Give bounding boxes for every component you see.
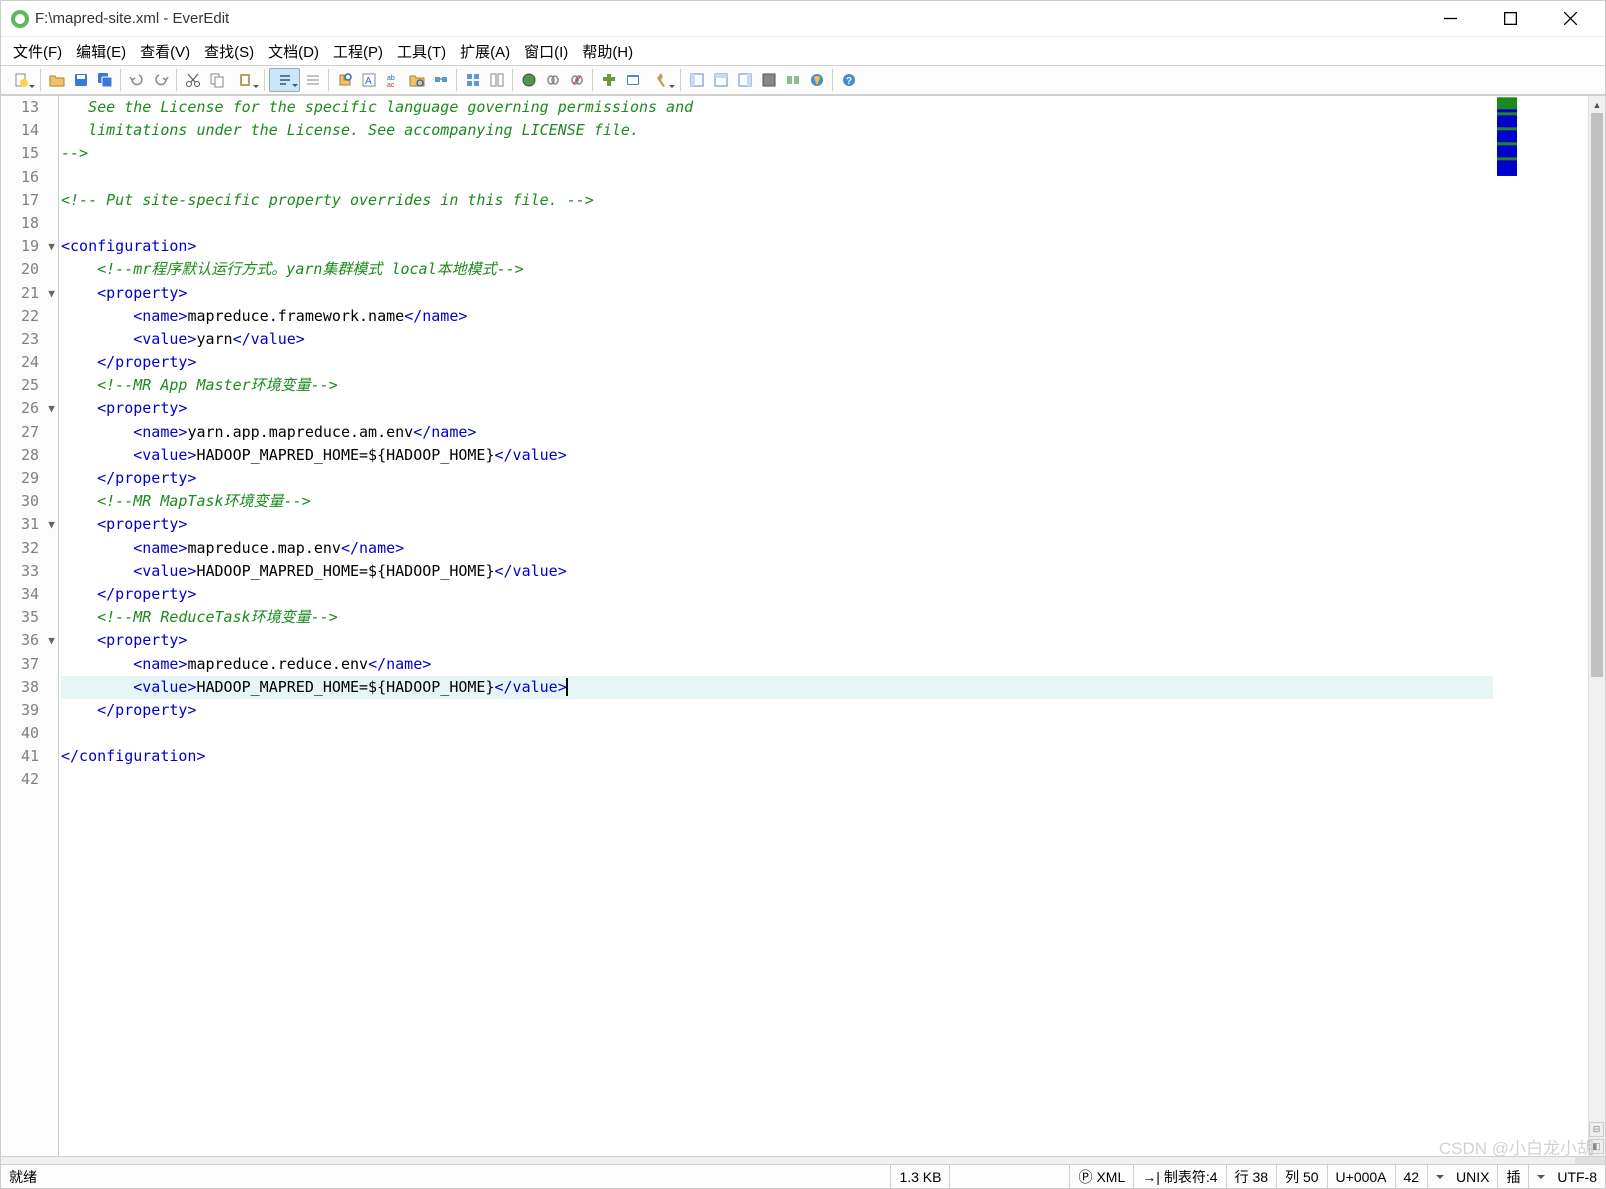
menu-item[interactable]: 查找(S) (198, 39, 260, 64)
scroll-thumb[interactable] (1591, 113, 1603, 677)
menu-item[interactable]: 帮助(H) (576, 39, 639, 64)
editor-area: 1314151617181920212223242526272829303132… (1, 95, 1605, 1156)
compare-button[interactable] (485, 68, 508, 92)
status-insertmode[interactable]: 插 (1498, 1165, 1529, 1188)
browser-button[interactable] (805, 68, 828, 92)
status-line[interactable]: 行 38 (1227, 1165, 1277, 1188)
goto-button[interactable] (429, 68, 452, 92)
scroll-track[interactable] (1589, 113, 1605, 1139)
menu-item[interactable]: 文档(D) (262, 39, 325, 64)
menu-item[interactable]: 查看(V) (134, 39, 196, 64)
fold-gutter[interactable]: ▼▼▼▼▼ (45, 96, 59, 1156)
menu-item[interactable]: 工具(T) (391, 39, 452, 64)
scroll-up-button[interactable]: ▲ (1589, 96, 1605, 113)
replace-button[interactable]: abac (381, 68, 404, 92)
panel4-button[interactable] (757, 68, 780, 92)
horizontal-splitter[interactable] (1, 1156, 1605, 1164)
minimap[interactable]: ████████████████████████████████████████… (1493, 96, 1588, 1156)
toolbar: A abac ? (1, 65, 1605, 95)
whitespace-button[interactable] (301, 68, 324, 92)
app-icon (11, 10, 29, 28)
line-number-gutter[interactable]: 1314151617181920212223242526272829303132… (1, 96, 45, 1156)
menubar: 文件(F)编辑(E)查看(V)查找(S)文档(D)工程(P)工具(T)扩展(A)… (1, 37, 1605, 65)
status-filesize: 1.3 KB (891, 1165, 950, 1188)
status-charcount: 42 (1396, 1165, 1429, 1188)
status-tabsize[interactable]: →| 制表符:4 (1134, 1165, 1226, 1188)
menu-item[interactable]: 窗口(I) (518, 39, 574, 64)
link2-button[interactable] (565, 68, 588, 92)
minimize-button[interactable] (1431, 4, 1469, 34)
paste-button[interactable] (229, 68, 260, 92)
svg-text:ab: ab (387, 75, 395, 82)
find-button[interactable] (333, 68, 356, 92)
menu-item[interactable]: 工程(P) (327, 39, 389, 64)
status-column[interactable]: 列 50 (1277, 1165, 1327, 1188)
titlebar: F:\mapred-site.xml - EverEdit (1, 1, 1605, 37)
menu-item[interactable]: 扩展(A) (454, 39, 516, 64)
panel1-button[interactable] (685, 68, 708, 92)
svg-text:?: ? (846, 76, 852, 87)
plugin-button[interactable] (597, 68, 620, 92)
code-editor[interactable]: See the License for the specific languag… (59, 96, 1493, 1156)
split-handle2-icon[interactable]: ◧ (1589, 1139, 1604, 1154)
status-charcode: U+000A (1328, 1165, 1396, 1188)
save-all-button[interactable] (93, 68, 116, 92)
svg-text:A: A (365, 76, 372, 87)
help-button[interactable]: ? (837, 68, 860, 92)
cut-button[interactable] (181, 68, 204, 92)
tools-button[interactable] (645, 68, 676, 92)
menu-item[interactable]: 编辑(E) (70, 39, 132, 64)
status-blank (950, 1165, 1070, 1188)
status-ready: 就绪 (1, 1165, 891, 1188)
link1-button[interactable] (541, 68, 564, 92)
svg-text:ac: ac (387, 82, 395, 88)
status-language[interactable]: Ⓟ XML (1070, 1165, 1134, 1188)
close-button[interactable] (1551, 4, 1589, 34)
redo-button[interactable] (149, 68, 172, 92)
window-title: F:\mapred-site.xml - EverEdit (35, 10, 1431, 27)
find-files-button[interactable] (405, 68, 428, 92)
web-button[interactable] (517, 68, 540, 92)
open-button[interactable] (45, 68, 68, 92)
panel3-button[interactable] (733, 68, 756, 92)
panel5-button[interactable] (781, 68, 804, 92)
status-encoding[interactable]: UTF-8 (1529, 1165, 1605, 1188)
menu-item[interactable]: 文件(F) (7, 39, 68, 64)
split-handle-icon[interactable]: ⊟ (1589, 1122, 1604, 1137)
undo-button[interactable] (125, 68, 148, 92)
wrap-mode-button[interactable] (269, 68, 300, 92)
terminal-button[interactable] (621, 68, 644, 92)
grid-button[interactable] (461, 68, 484, 92)
find-text-button[interactable]: A (357, 68, 380, 92)
panel2-button[interactable] (709, 68, 732, 92)
save-button[interactable] (69, 68, 92, 92)
statusbar: 就绪 1.3 KB Ⓟ XML →| 制表符:4 行 38 列 50 U+000… (1, 1164, 1605, 1188)
new-file-button[interactable] (5, 68, 36, 92)
status-lineending[interactable]: UNIX (1428, 1165, 1498, 1188)
vertical-scrollbar[interactable]: ▲ ▼ ⊟ ◧ (1588, 96, 1605, 1156)
copy-button[interactable] (205, 68, 228, 92)
maximize-button[interactable] (1491, 4, 1529, 34)
